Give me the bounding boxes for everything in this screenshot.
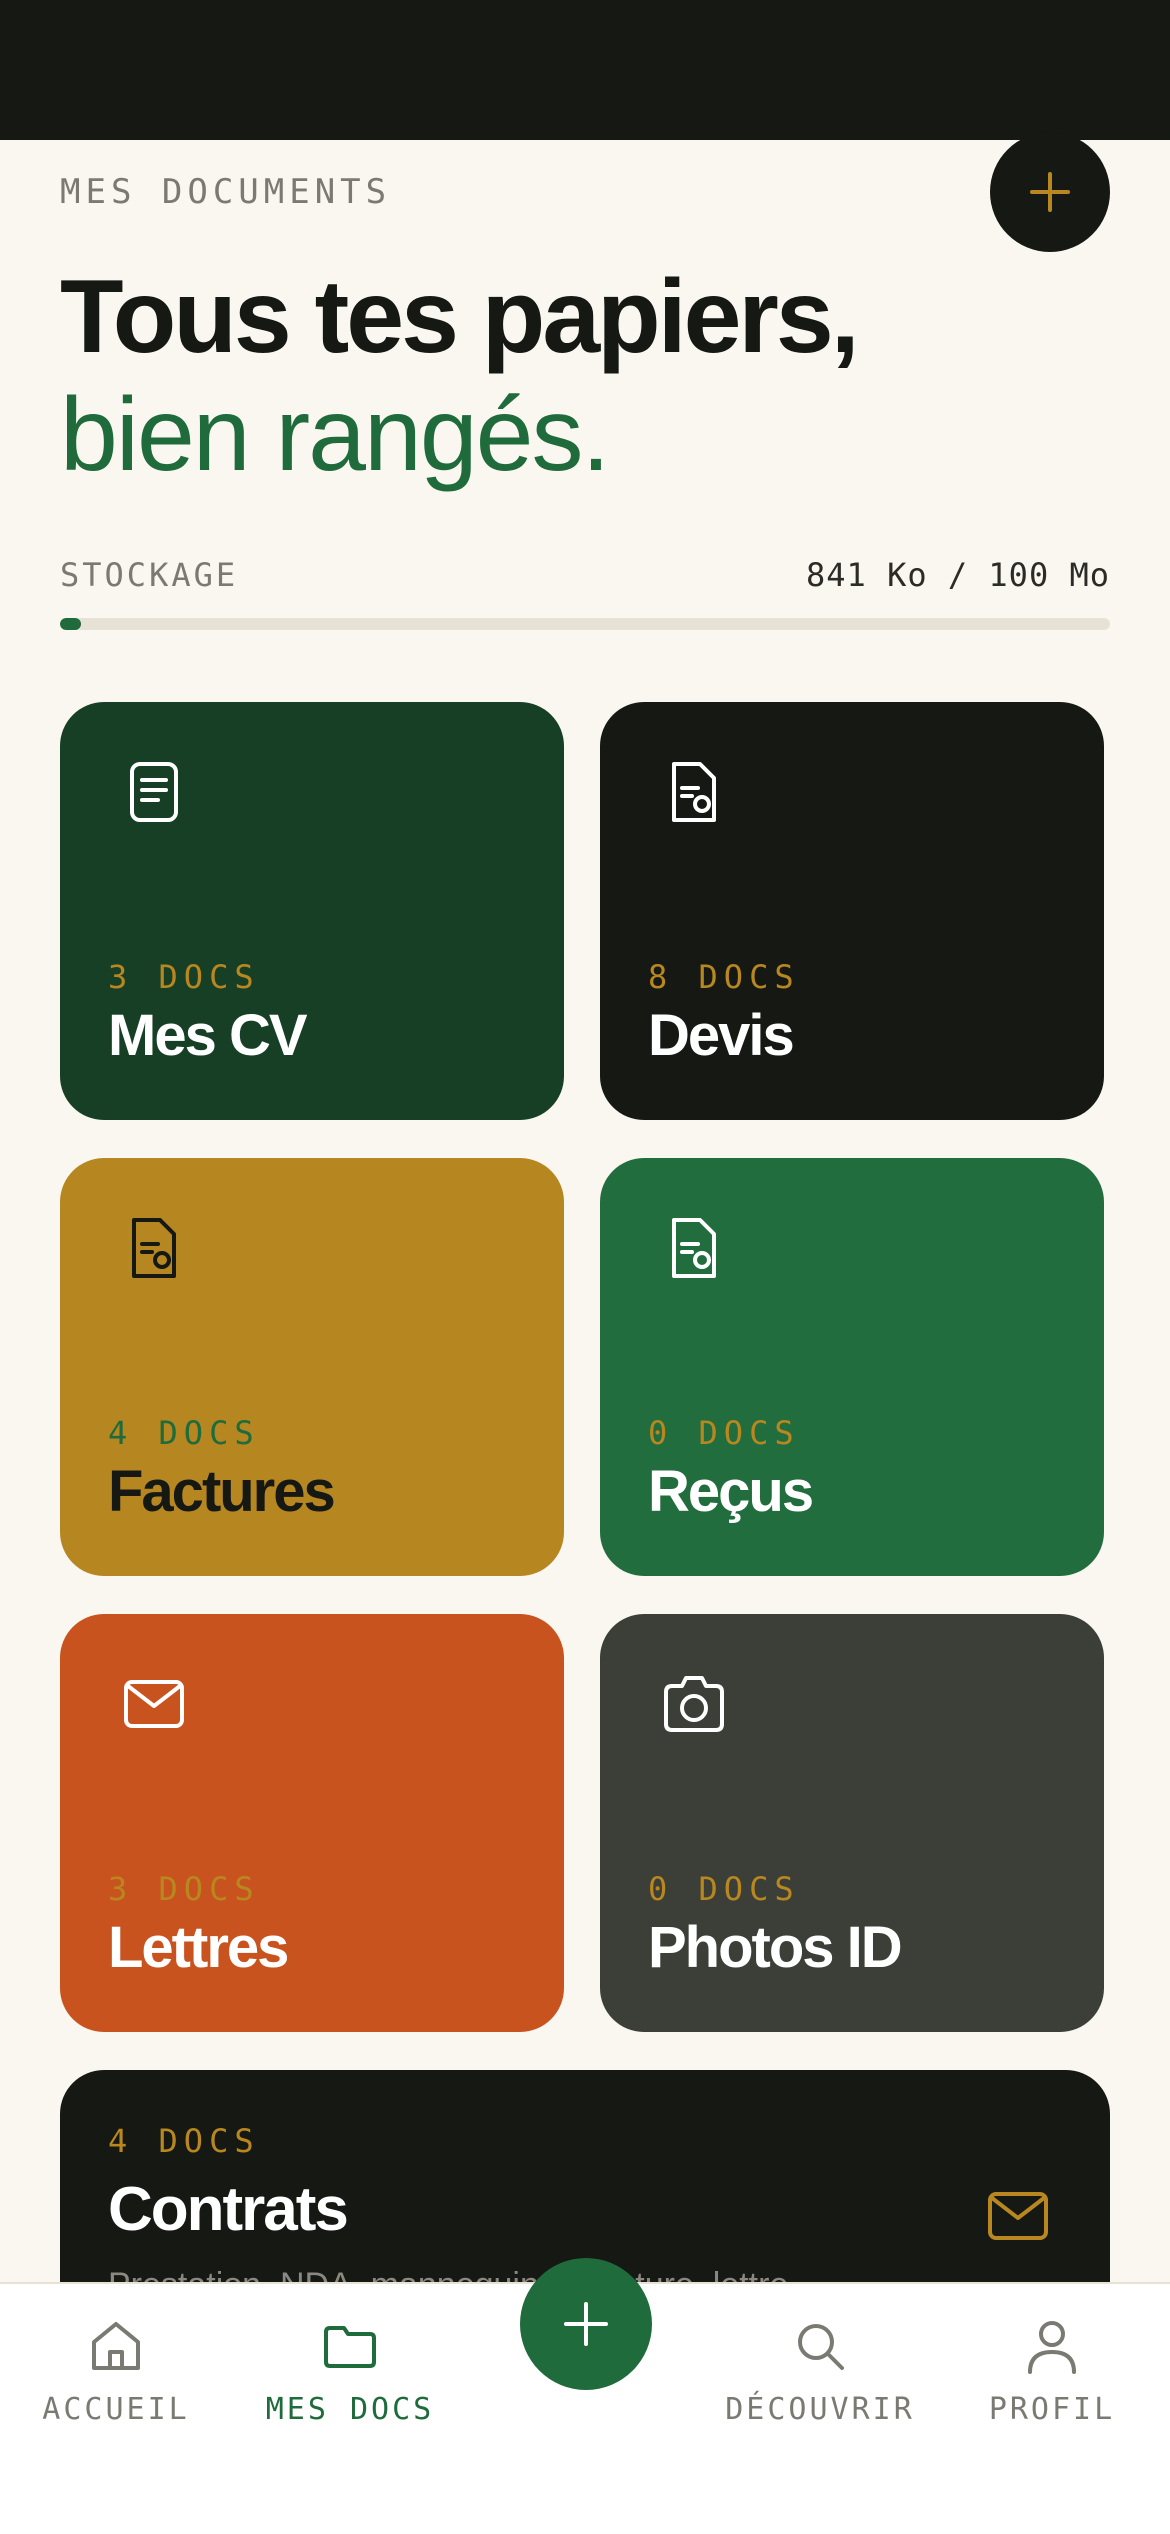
category-name: Mes CV [108,1003,308,1068]
add-button-fab[interactable] [520,2258,652,2390]
search-icon [798,2324,844,2370]
category-count: 4 DOCS [108,2122,260,2160]
document-lines-icon [130,762,178,822]
category-name: Factures [108,1459,336,1524]
category-name: Contrats [108,2175,349,2244]
folder-icon [324,2326,376,2368]
category-name: Photos ID [648,1915,903,1980]
category-card-recus[interactable]: 0 DOCS Reçus [600,1158,1104,1576]
plus-icon [1030,172,1070,212]
storage-progress-bar [60,618,1110,630]
nav-label: MES DOCS [265,2392,435,2427]
document-search-icon [132,1218,176,1278]
category-card-factures[interactable]: 4 DOCS Factures [60,1158,564,1576]
category-name: Reçus [648,1459,814,1524]
plus-icon [564,2302,608,2346]
nav-label: PROFIL [988,2392,1116,2427]
nav-item-accueil[interactable]: ACCUEIL [6,2314,226,2427]
storage-progress-fill [60,618,81,630]
document-search-icon [672,762,716,822]
status-bar [0,0,1170,140]
home-icon [92,2322,140,2370]
category-count: 8 DOCS [648,958,800,996]
camera-icon [664,1676,724,1732]
category-card-devis[interactable]: 8 DOCS Devis [600,702,1104,1120]
category-count: 3 DOCS [108,1870,260,1908]
nav-item-decouvrir[interactable]: DÉCOUVRIR [710,2314,930,2427]
category-name: Lettres [108,1915,289,1980]
storage-label: STOCKAGE [60,556,239,594]
category-card-photos-id[interactable]: 0 DOCS Photos ID [600,1614,1104,2032]
nav-label: DÉCOUVRIR [725,2392,915,2427]
category-count: 0 DOCS [648,1414,800,1452]
page-title-line1: Tous tes papiers, [60,259,860,375]
category-count: 3 DOCS [108,958,260,996]
document-search-icon [672,1218,716,1278]
nav-item-profil[interactable]: PROFIL [942,2314,1162,2427]
storage-value: 841 Ko / 100 Mo [806,556,1110,594]
envelope-icon [988,2192,1048,2240]
nav-item-mes-docs[interactable]: MES DOCS [240,2314,460,2427]
category-card-lettres[interactable]: 3 DOCS Lettres [60,1614,564,2032]
category-card-cv[interactable]: 3 DOCS Mes CV [60,702,564,1120]
category-count: 0 DOCS [648,1870,800,1908]
nav-label: ACCUEIL [42,2392,190,2427]
envelope-icon [124,1680,184,1728]
page-title-line2: bien rangés. [60,377,610,493]
page-title: Tous tes papiers, bien rangés. [60,258,860,494]
category-name: Devis [648,1003,795,1068]
add-document-button[interactable] [990,132,1110,252]
user-icon [1028,2321,1076,2374]
section-eyebrow: MES DOCUMENTS [60,172,392,212]
category-count: 4 DOCS [108,1414,260,1452]
